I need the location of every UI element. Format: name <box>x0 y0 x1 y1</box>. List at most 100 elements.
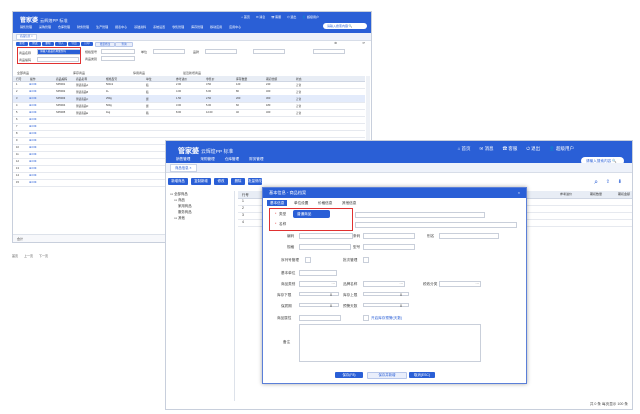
category-input[interactable] <box>101 56 135 61</box>
row-action-icons[interactable]: ⊕⊙⊗ <box>29 138 37 142</box>
alias-input[interactable] <box>439 233 499 239</box>
spec-input[interactable] <box>299 244 351 250</box>
delete-button[interactable]: 删除 <box>42 42 54 46</box>
home-link[interactable]: ⌂ 首页 <box>458 146 471 152</box>
model-input[interactable] <box>363 244 415 250</box>
code-input[interactable] <box>299 233 353 239</box>
menu-item[interactable]: 销售管理 <box>20 25 32 29</box>
delete-button[interactable]: 删除 <box>231 178 245 185</box>
menu-item[interactable]: 财务管理 <box>77 25 89 29</box>
pager-first[interactable]: 首页 <box>12 254 18 258</box>
brand-input[interactable] <box>205 49 237 54</box>
tab-product-info[interactable]: 商品信息 × <box>170 164 197 172</box>
save-new-button[interactable]: 保存并新增 <box>367 372 407 379</box>
edit-button[interactable]: 修改 <box>214 178 228 185</box>
row-action-icons[interactable]: ⊕⊙⊗ <box>29 159 37 163</box>
barcode-input[interactable] <box>363 233 415 239</box>
user-name[interactable]: 👤 超级用户 <box>302 15 319 19</box>
filter-disabled[interactable]: 停用商品 <box>133 71 145 75</box>
attr-input[interactable] <box>299 315 341 321</box>
tab-unit-settings[interactable]: 单位设置 <box>291 200 311 206</box>
logout-link[interactable]: ⏻ 退出 <box>526 146 540 152</box>
row-action-icons[interactable]: ⊕⊙⊗ <box>29 124 37 128</box>
tree-item-root[interactable]: ▭ 全部商品 <box>170 191 188 196</box>
home-link[interactable]: ⌂ 首页 <box>241 15 250 19</box>
row-action-icons[interactable]: ⊕⊙⊗ <box>29 89 37 93</box>
extra-input[interactable] <box>253 49 285 54</box>
copy-add-button[interactable]: 复制新增 <box>191 178 211 185</box>
upload-icon[interactable]: ⇪ <box>606 180 610 185</box>
import-button[interactable]: 导入 <box>55 42 67 46</box>
batch-checkbox[interactable] <box>363 257 369 263</box>
menu-item[interactable]: 仓库管理 <box>225 157 239 162</box>
menu-item[interactable]: 报表中心 <box>115 25 127 29</box>
row-action-icons[interactable]: ⊕⊙⊗ <box>29 131 37 135</box>
batch-edit-button[interactable]: 批量修改 <box>95 42 115 47</box>
filter-recent[interactable]: 最近新增商品 <box>183 71 201 75</box>
pager-next[interactable]: 下一页 <box>39 254 48 258</box>
tree-item[interactable]: 服务商品 <box>178 209 192 214</box>
row-action-icons[interactable]: ⊕⊙⊗ <box>29 152 37 156</box>
service-link[interactable]: ☎ 客服 <box>503 146 518 152</box>
cancel-button[interactable]: 取消(ESC) <box>409 372 435 378</box>
tab-price-info[interactable]: 价格信息 <box>315 200 335 206</box>
note-textarea[interactable] <box>299 324 481 362</box>
shelf-input[interactable]: 0 <box>299 303 339 308</box>
unit-input[interactable] <box>299 270 337 276</box>
row-action-icons[interactable]: ⊕⊙⊗ <box>29 180 37 184</box>
menu-item[interactable]: 销售管理 <box>176 157 190 162</box>
unit-input[interactable] <box>153 49 185 54</box>
warning-checkbox[interactable] <box>363 315 369 321</box>
category-select[interactable]: … <box>299 281 337 287</box>
close-icon[interactable]: × <box>518 188 520 198</box>
warning-checkbox-label[interactable]: 开启库存预警(天数) <box>371 316 402 321</box>
export-button[interactable]: 导出 <box>68 42 80 46</box>
menu-item[interactable]: 零售管理 <box>172 25 184 29</box>
search-icon[interactable]: ⌕ <box>594 179 598 186</box>
max-input[interactable]: 0 <box>363 292 409 297</box>
row-action-icons[interactable]: ⊕⊙⊗ <box>29 110 37 114</box>
tax-select[interactable]: … <box>439 281 481 287</box>
spec-input[interactable] <box>101 49 135 54</box>
add-product-button[interactable]: 新增商品 <box>168 178 188 185</box>
menu-item[interactable]: 应用中心 <box>229 25 241 29</box>
download-icon[interactable]: ⬇ <box>618 180 622 185</box>
batch-edit-button[interactable]: 批量修改 <box>248 178 262 185</box>
filter-stock[interactable]: 库存商品 <box>73 71 85 75</box>
message-link[interactable]: ✉ 消息 <box>480 146 494 152</box>
logout-link[interactable]: ⏻ 退出 <box>287 15 296 19</box>
min-input[interactable]: 0 <box>299 292 339 297</box>
menu-item[interactable]: 财务管理 <box>249 157 263 162</box>
tree-item[interactable]: 家用商品 <box>178 203 192 208</box>
menu-item[interactable]: 基础资料 <box>134 25 146 29</box>
tab-other-info[interactable]: 其他信息 <box>339 200 359 206</box>
refresh-icon[interactable]: ⟳ <box>362 42 365 45</box>
row-action-icons[interactable]: ⊕⊙⊗ <box>29 96 37 100</box>
print-button[interactable]: 打印 <box>81 42 93 46</box>
settings-icon[interactable]: ⚙ <box>334 42 337 45</box>
user-name[interactable]: 👤 超级用户 <box>549 146 574 152</box>
row-action-icons[interactable]: ⊕⊙⊗ <box>29 166 37 170</box>
add-button[interactable]: 新增 <box>16 42 28 46</box>
menu-item[interactable]: 采购管理 <box>39 25 51 29</box>
name-input[interactable] <box>355 222 517 228</box>
search-input[interactable]: 请输入搜索内容 🔍 <box>323 23 367 29</box>
row-action-icons[interactable]: ⊕⊙⊗ <box>29 82 37 86</box>
service-link[interactable]: ☎ 客服 <box>271 15 281 19</box>
tab-basic-info[interactable]: 基本信息 <box>267 200 288 206</box>
query-button[interactable]: 查询 <box>115 42 133 47</box>
menu-item[interactable]: 仓库管理 <box>58 25 70 29</box>
row-action-icons[interactable]: ⊕⊙⊗ <box>29 117 37 121</box>
row-action-icons[interactable]: ⊕⊙⊗ <box>29 173 37 177</box>
pager-prev[interactable]: 上一页 <box>24 254 33 258</box>
serial-checkbox[interactable] <box>305 257 311 263</box>
message-link[interactable]: ✉ 消息 <box>256 15 265 19</box>
menu-item[interactable]: 库存管理 <box>191 25 203 29</box>
menu-item[interactable]: 移动应用 <box>210 25 222 29</box>
menu-item[interactable]: 采购管理 <box>200 157 214 162</box>
save-button[interactable]: 保存(F8) <box>335 372 363 378</box>
menu-item[interactable]: 生产管理 <box>96 25 108 29</box>
type-select[interactable]: 普通商品 <box>293 210 330 218</box>
tree-item[interactable]: ▭ 商品 <box>174 197 185 202</box>
edit-button[interactable]: 修改 <box>29 42 41 46</box>
